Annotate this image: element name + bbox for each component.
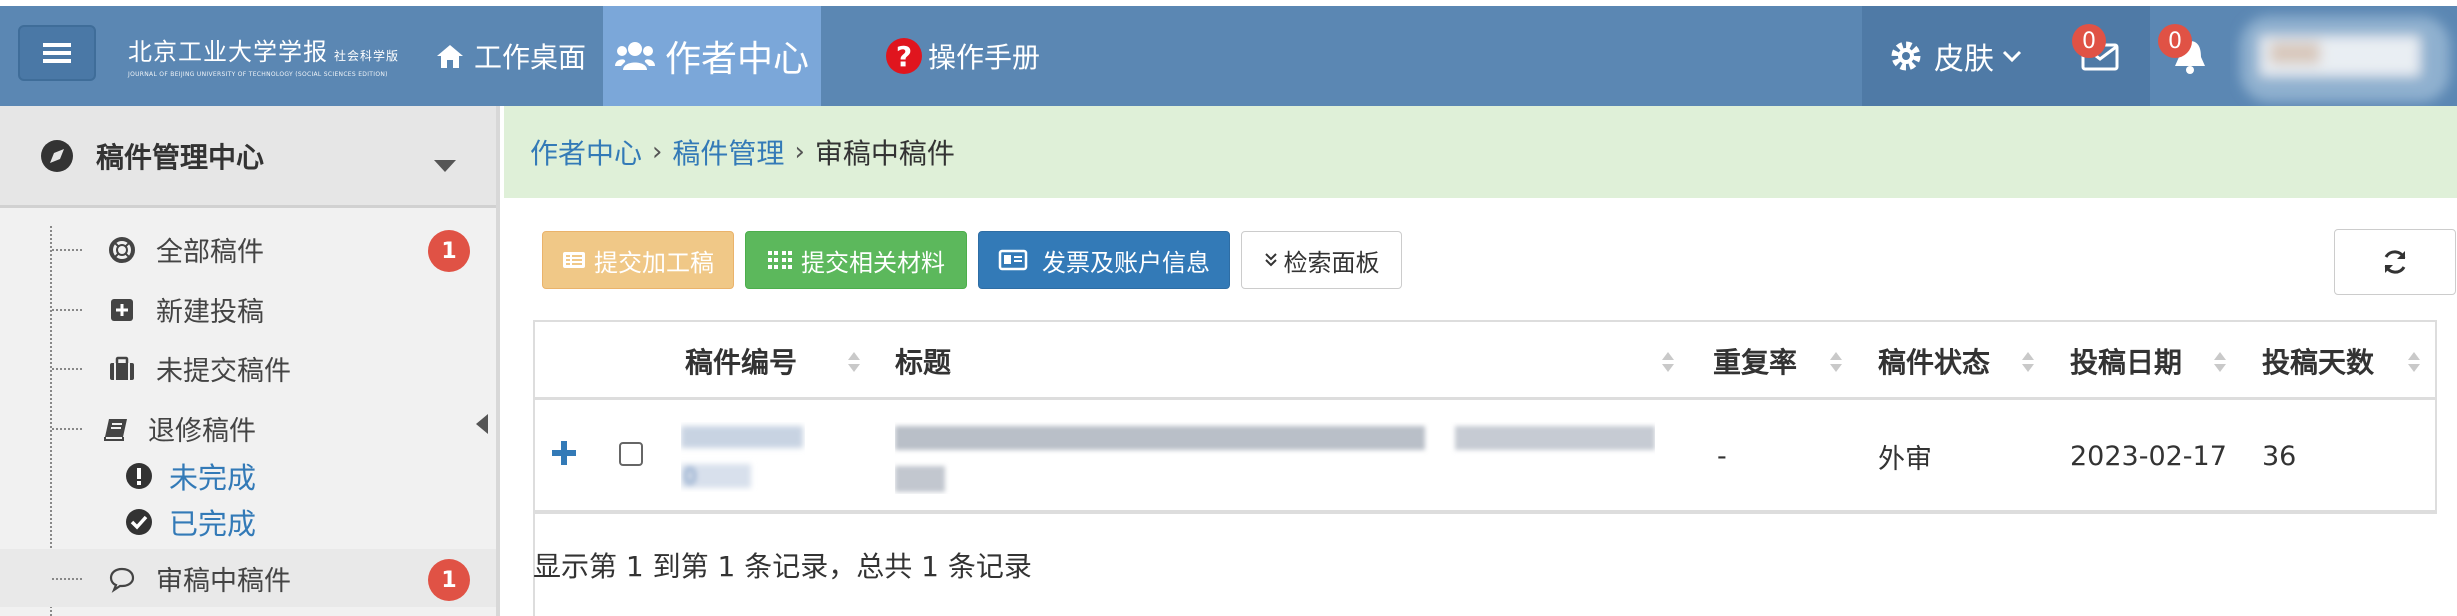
table-border [533, 432, 535, 616]
count-badge: 1 [428, 230, 470, 272]
chevron-right-icon: › [652, 137, 663, 167]
breadcrumb-author-center[interactable]: 作者中心 [530, 132, 642, 172]
sidebar-subitem-label: 已完成 [169, 507, 257, 541]
breadcrumb-current: 审稿中稿件 [814, 137, 955, 170]
sidebar: 稿件管理中心 全部稿件 1 新建投稿 未提交稿件 退修稿件 未完成 已完成 审稿… [0, 106, 500, 616]
sort-icon[interactable] [2213, 350, 2227, 374]
sort-icon[interactable] [2407, 350, 2421, 374]
cell-days: 36 [2262, 440, 2297, 472]
column-header-repeat-rate[interactable]: 重复率 [1713, 322, 1797, 400]
compass-icon [41, 139, 73, 172]
expand-plus-icon[interactable] [549, 438, 579, 468]
breadcrumb-manuscript-management[interactable]: 稿件管理 [672, 132, 784, 172]
column-header-title[interactable]: 标题 [895, 322, 951, 400]
sidebar-item-unsubmitted[interactable]: 未提交稿件 [0, 339, 496, 397]
messages-badge: 0 [2072, 24, 2106, 58]
menu-icon [43, 43, 71, 63]
nav-manual[interactable]: ? 操作手册 [886, 6, 1040, 106]
column-header-days[interactable]: 投稿天数 [2262, 322, 2374, 400]
comment-icon [109, 567, 135, 593]
manuscript-title-blurred[interactable] [895, 422, 1655, 494]
nav-home-label: 工作桌面 [474, 41, 587, 74]
sort-icon[interactable] [1829, 350, 1843, 374]
search-panel-button[interactable]: 检索面板 [1241, 231, 1402, 289]
table-row[interactable]: 0 - 外审 2023-02-17 36 [535, 400, 2435, 512]
cell-repeat-rate: - [1717, 440, 1727, 472]
nav-author-center[interactable]: 作者中心 [603, 6, 821, 106]
cell-status: 外审 [1878, 443, 1932, 475]
sidebar-section-title: 稿件管理中心 [96, 140, 265, 174]
list-icon [563, 252, 585, 268]
question-circle-icon: ? [886, 38, 922, 74]
notifications-badge: 0 [2158, 24, 2192, 58]
manuscript-table: 稿件编号 标题 重复率 稿件状态 投稿日期 投稿天数 0 - 外审 2023-0… [533, 320, 2437, 514]
button-label: 提交加工稿 [594, 248, 714, 277]
user-avatar-blurred[interactable] [2230, 6, 2457, 112]
sidebar-item-reviewing[interactable]: 审稿中稿件 1 [0, 549, 496, 607]
chevron-down-icon [2002, 50, 2022, 63]
table-header: 稿件编号 标题 重复率 稿件状态 投稿日期 投稿天数 [535, 322, 2435, 400]
submit-materials-button[interactable]: 提交相关材料 [745, 231, 967, 289]
lifebuoy-icon [109, 237, 135, 263]
breadcrumb: 作者中心 › 稿件管理 › 审稿中稿件 [504, 106, 2457, 198]
sidebar-item-label: 全部稿件 [156, 236, 264, 268]
home-icon [437, 45, 463, 68]
pagination-summary: 显示第 1 到第 1 条记录，总共 1 条记录 [533, 550, 1032, 583]
journal-logo[interactable]: 北京工业大学学报 社会科学版 JOURNAL OF BEIJING UNIVERS… [128, 32, 398, 82]
sidebar-subitem-unfinished[interactable]: 未完成 [125, 454, 256, 498]
sidebar-item-new[interactable]: 新建投稿 [0, 280, 496, 338]
count-badge: 1 [428, 559, 470, 601]
hamburger-menu-button[interactable] [18, 25, 96, 81]
refresh-icon [2384, 250, 2406, 274]
button-label: 提交相关材料 [801, 248, 945, 277]
sort-icon[interactable] [847, 350, 861, 374]
manuscript-number-blurred[interactable]: 0 [681, 422, 805, 492]
grid-icon [768, 251, 792, 269]
svg-text:0: 0 [683, 465, 697, 490]
refresh-button[interactable] [2334, 229, 2456, 295]
sidebar-item-revision[interactable]: 退修稿件 [0, 399, 496, 457]
nav-manual-label: 操作手册 [928, 41, 1041, 74]
sidebar-section-header[interactable]: 稿件管理中心 [0, 106, 496, 208]
sidebar-subitem-finished[interactable]: 已完成 [125, 500, 256, 544]
cell-date: 2023-02-17 [2070, 440, 2227, 472]
sort-icon[interactable] [2021, 350, 2035, 374]
skin-dropdown[interactable]: 皮肤 [1862, 6, 2050, 106]
check-circle-icon [126, 509, 152, 535]
notifications-button[interactable]: 0 [2150, 6, 2230, 106]
id-card-icon [998, 249, 1028, 271]
chevron-right-icon: › [794, 137, 805, 167]
invoice-account-button[interactable]: 发票及账户信息 [978, 231, 1230, 289]
column-header-number[interactable]: 稿件编号 [685, 322, 797, 400]
sidebar-item-label: 新建投稿 [156, 296, 264, 328]
column-header-date[interactable]: 投稿日期 [2070, 322, 2182, 400]
submit-processed-manuscript-button[interactable]: 提交加工稿 [542, 231, 734, 289]
briefcase-icon [110, 356, 134, 380]
gear-icon [1891, 41, 1921, 71]
row-checkbox[interactable] [619, 442, 643, 466]
skin-label: 皮肤 [1934, 42, 1994, 77]
sidebar-item-label: 未提交稿件 [156, 355, 291, 387]
messages-button[interactable]: 0 [2050, 6, 2150, 106]
exclamation-circle-icon [126, 463, 152, 489]
users-icon [614, 42, 655, 70]
caret-left-icon [476, 414, 488, 434]
column-header-status[interactable]: 稿件状态 [1878, 322, 1990, 400]
sort-icon[interactable] [1661, 350, 1675, 374]
top-navbar: 北京工业大学学报 社会科学版 JOURNAL OF BEIJING UNIVERS… [0, 6, 2457, 106]
nav-author-label: 作者中心 [664, 39, 809, 80]
plus-square-icon [111, 299, 133, 321]
sidebar-item-all[interactable]: 全部稿件 1 [0, 220, 496, 278]
button-label: 检索面板 [1283, 248, 1380, 277]
book-icon [104, 419, 127, 441]
nav-home[interactable]: 工作桌面 [436, 6, 586, 106]
sidebar-item-label: 退修稿件 [148, 415, 256, 447]
caret-down-icon [434, 160, 456, 172]
sidebar-item-label: 审稿中稿件 [156, 565, 291, 597]
double-chevron-down-icon [1264, 253, 1277, 267]
sidebar-subitem-label: 未完成 [169, 461, 257, 495]
button-label: 发票及账户信息 [1042, 248, 1210, 277]
